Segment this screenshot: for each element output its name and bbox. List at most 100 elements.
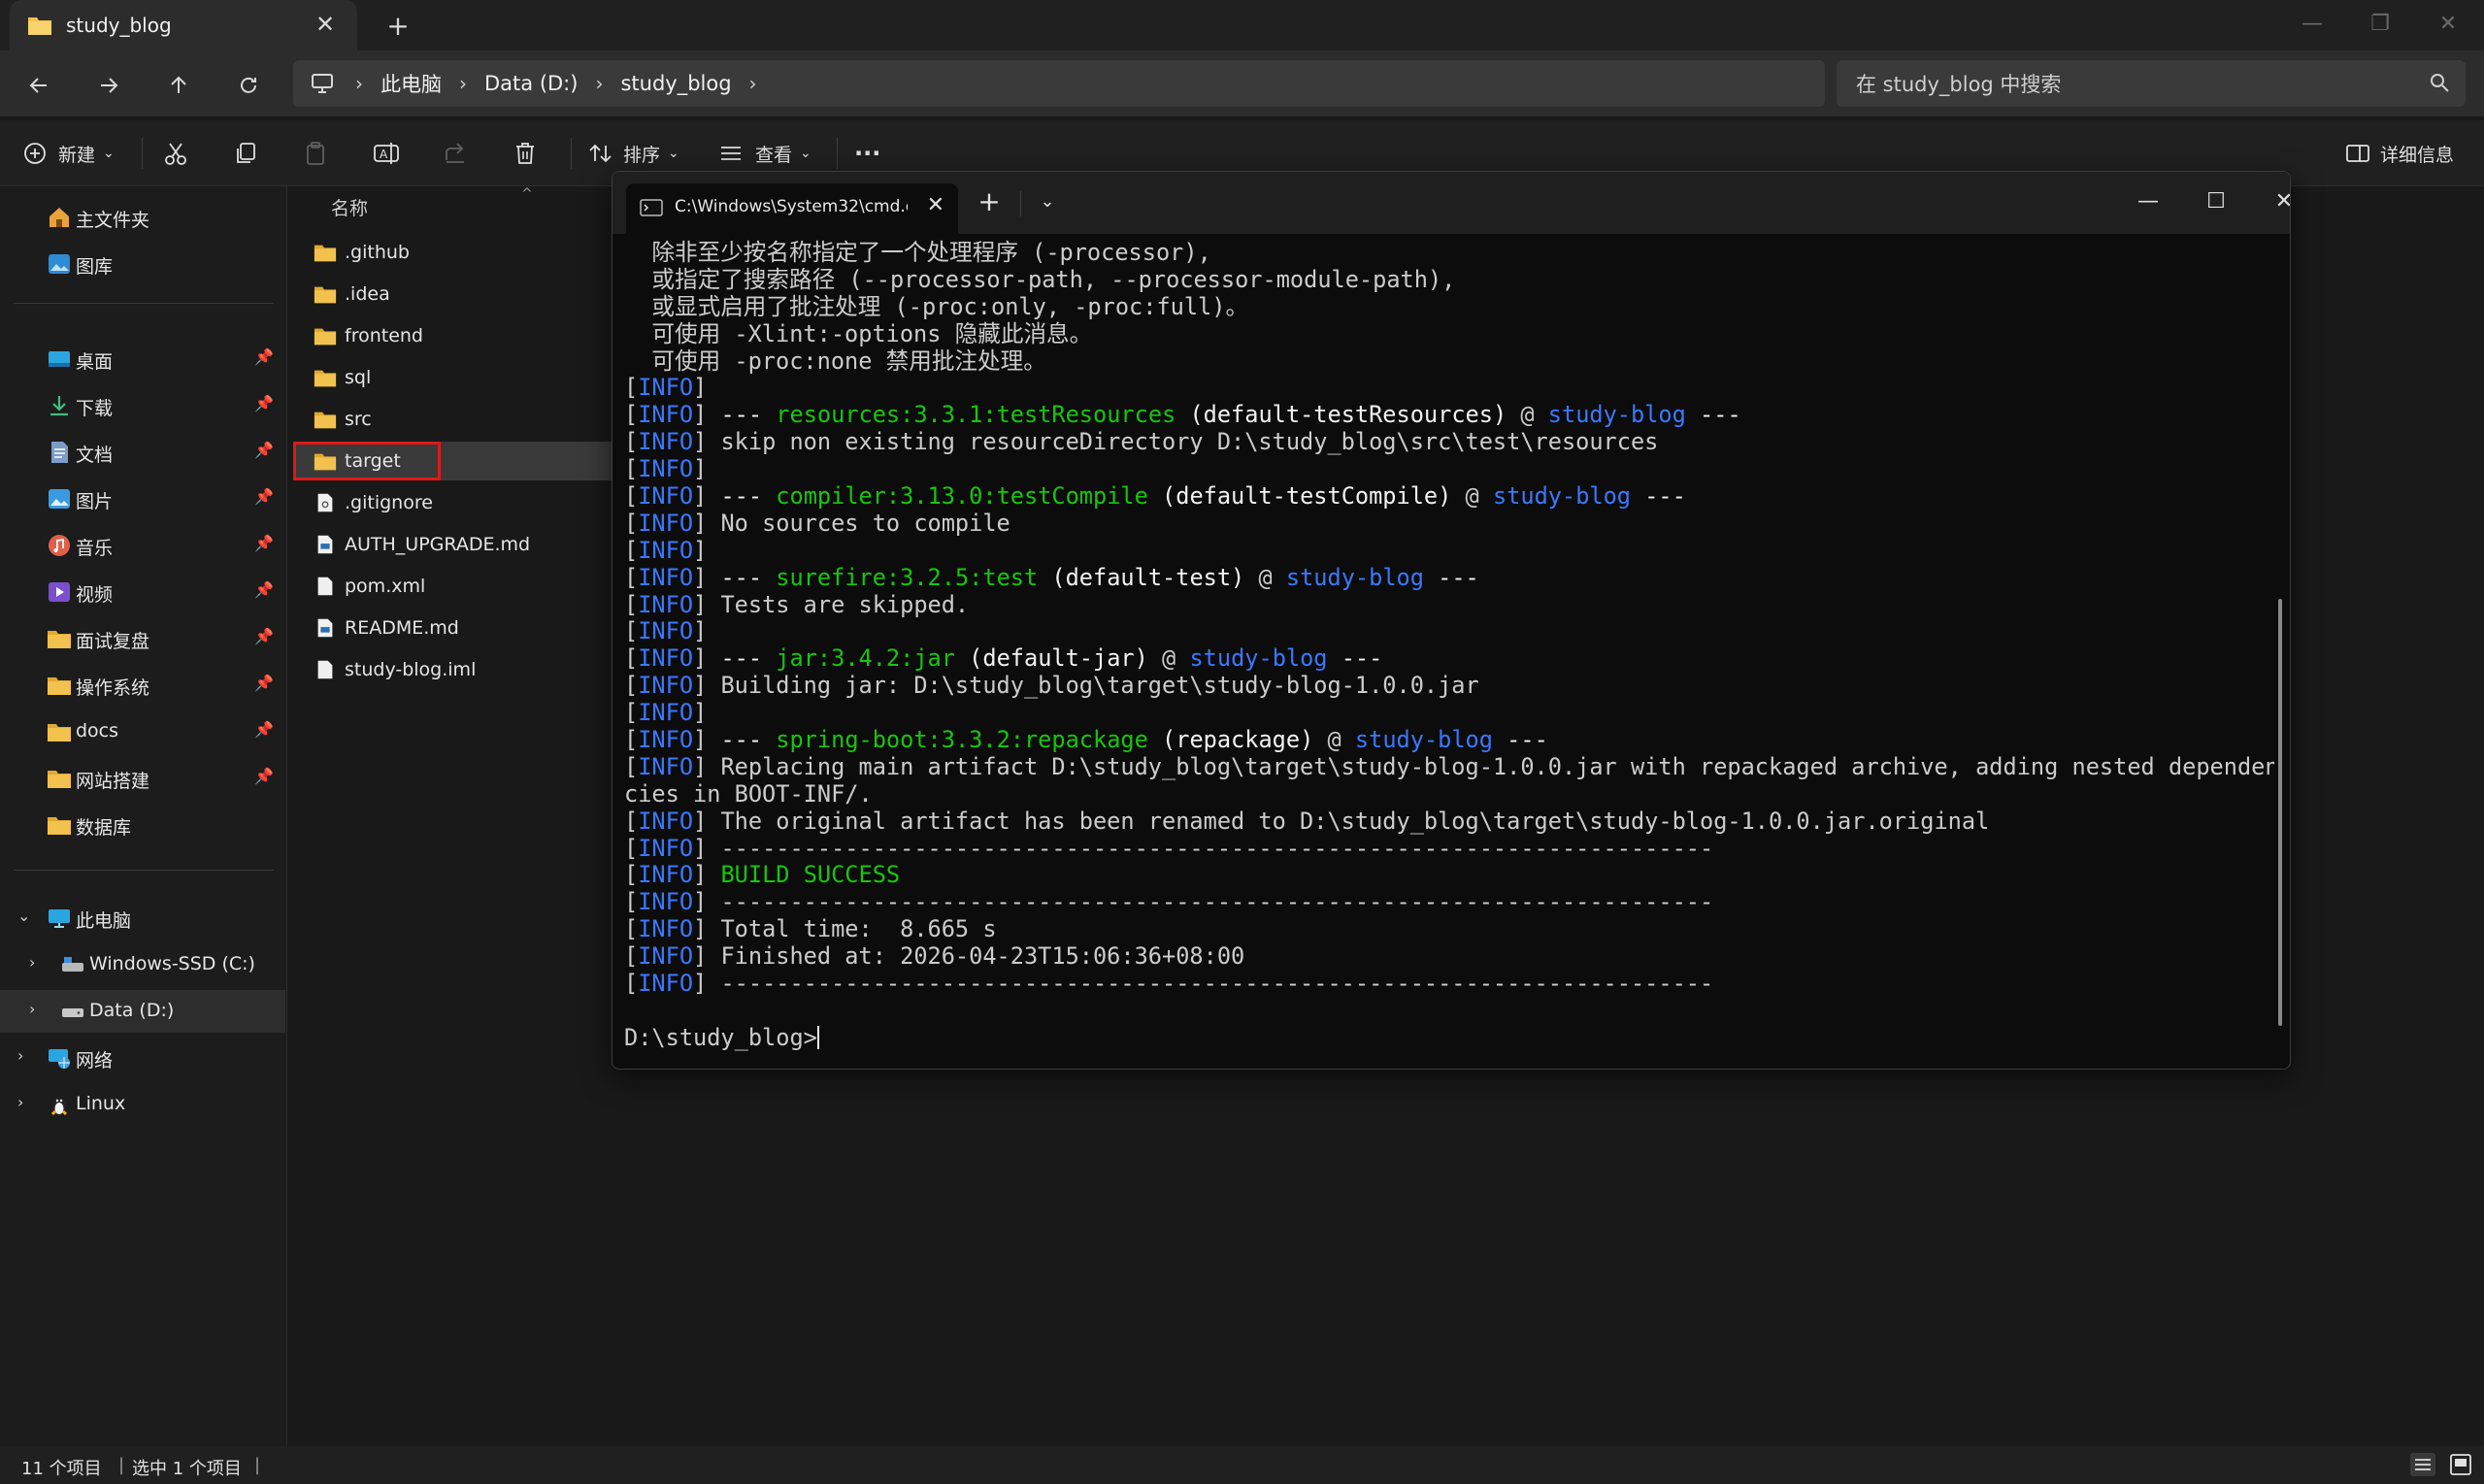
sidebar-item-music[interactable]: 音乐 📌 xyxy=(0,524,285,567)
restore-icon[interactable]: ❐ xyxy=(2361,6,2400,41)
chevron-right-icon[interactable]: › xyxy=(29,1000,35,1018)
sidebar-item-website-build[interactable]: 网站搭建 📌 xyxy=(0,757,285,800)
terminal-line: [INFO] --- surefire:3.2.5:test (default-… xyxy=(624,565,2274,592)
chevron-down-icon[interactable]: ⌄ xyxy=(17,907,30,925)
divider xyxy=(14,303,274,304)
new-terminal-tab-button[interactable]: + xyxy=(970,181,1009,220)
chevron-down-icon: ⌄ xyxy=(103,146,115,161)
sidebar-item-interview-review[interactable]: 面试复盘 📌 xyxy=(0,617,285,660)
sidebar-item-documents[interactable]: 文档 📌 xyxy=(0,431,285,474)
view-button[interactable]: 查看 ⌄ xyxy=(718,134,811,173)
chevron-right-icon[interactable]: › xyxy=(17,1093,23,1111)
item-count: 11 个项目 xyxy=(21,1459,102,1479)
back-button[interactable] xyxy=(17,64,60,107)
sidebar-item-c-drive[interactable]: › Windows-SSD (C:) xyxy=(0,943,285,986)
terminal-tab[interactable]: C:\Windows\System32\cmd.exe ✕ xyxy=(626,183,958,234)
details-pane-button[interactable]: 详细信息 xyxy=(2345,134,2454,173)
chevron-right-icon[interactable]: › xyxy=(29,953,35,972)
terminal-line: [INFO] xyxy=(624,538,2274,565)
sidebar-item-gallery[interactable]: 图库 xyxy=(0,243,285,285)
breadcrumb-data-drive[interactable]: Data (D:) xyxy=(484,72,578,95)
folder-icon xyxy=(314,370,337,387)
sidebar-item-database[interactable]: 数据库 xyxy=(0,804,285,846)
sidebar-item-desktop[interactable]: 桌面 📌 xyxy=(0,338,285,380)
terminal-text: 或显式启用了批注处理 (-proc:only, -proc:full)。 xyxy=(624,293,1249,320)
terminal-text: INFO xyxy=(638,916,694,943)
close-tab-icon[interactable]: ✕ xyxy=(927,193,944,217)
terminal-text: INFO xyxy=(638,483,694,511)
rename-button[interactable]: A xyxy=(373,134,400,173)
sidebar-item-label: Linux xyxy=(76,1093,126,1114)
delete-button[interactable] xyxy=(513,134,538,173)
share-button[interactable] xyxy=(443,134,468,173)
terminal-output[interactable]: 除非至少按名称指定了一个处理程序 (-processor), 或指定了搜索路径 … xyxy=(624,240,2274,1055)
sidebar-item-operating-systems[interactable]: 操作系统 📌 xyxy=(0,664,285,707)
terminal-text: INFO xyxy=(638,375,694,402)
clipboard-icon xyxy=(307,142,324,165)
close-tab-icon[interactable]: ✕ xyxy=(311,10,340,39)
chevron-right-icon[interactable]: › xyxy=(17,1046,23,1065)
sidebar-item-label: 视频 xyxy=(76,584,114,606)
chevron-down-icon[interactable]: ⌄ xyxy=(1028,181,1067,220)
markdown-file-icon xyxy=(317,535,333,554)
details-view-icon[interactable] xyxy=(2409,1452,2436,1482)
sidebar-item-this-pc[interactable]: ⌄ 此电脑 xyxy=(0,897,285,940)
search-input[interactable]: 在 study_blog 中搜索 xyxy=(1837,60,2466,107)
close-icon[interactable]: ✕ xyxy=(2265,181,2290,220)
sidebar-item-pictures[interactable]: 图片 📌 xyxy=(0,478,285,520)
desktop-icon xyxy=(49,351,70,367)
column-header-name[interactable]: 名称 xyxy=(331,194,368,220)
refresh-icon xyxy=(241,77,256,93)
minimize-icon[interactable]: — xyxy=(2129,181,2168,220)
terminal-text: ] xyxy=(693,645,721,673)
forward-button[interactable] xyxy=(87,64,130,107)
sidebar-item-d-drive[interactable]: › Data (D:) xyxy=(0,990,285,1033)
sidebar-item-downloads[interactable]: 下载 📌 xyxy=(0,384,285,427)
search-placeholder: 在 study_blog 中搜索 xyxy=(1856,73,2062,96)
terminal-line: D:\study_blog> xyxy=(624,1025,2274,1052)
address-bar[interactable]: › 此电脑 › Data (D:) › study_blog › xyxy=(293,60,1825,107)
refresh-button[interactable] xyxy=(227,64,270,107)
chevron-right-icon[interactable]: › xyxy=(749,72,757,95)
close-icon[interactable]: ✕ xyxy=(2429,6,2467,41)
breadcrumb-study-blog[interactable]: study_blog xyxy=(620,72,731,95)
sidebar-item-network[interactable]: › 网络 xyxy=(0,1037,285,1079)
terminal-text: jar:3.4.2:jar xyxy=(776,645,955,673)
breadcrumb-this-pc[interactable]: 此电脑 xyxy=(381,69,442,98)
sort-label: 排序 xyxy=(623,144,661,166)
sort-button[interactable]: 排序 ⌄ xyxy=(588,134,679,173)
terminal-text: INFO xyxy=(638,402,694,429)
copy-button[interactable] xyxy=(233,134,258,173)
search-icon[interactable] xyxy=(2429,72,2450,98)
terminal-text: ] Building jar: D:\study_blog\target\stu… xyxy=(693,673,1479,700)
sidebar-item-label: 下载 xyxy=(76,398,114,419)
pin-icon: 📌 xyxy=(254,441,274,459)
terminal-title-bar: C:\Windows\System32\cmd.exe ✕ + ⌄ — ☐ ✕ xyxy=(613,172,2290,234)
terminal-text: @ xyxy=(1147,645,1190,673)
sidebar-item-linux[interactable]: › Linux xyxy=(0,1083,285,1126)
view-icon xyxy=(721,147,741,160)
more-options-button[interactable]: ··· xyxy=(854,134,880,173)
up-button[interactable] xyxy=(157,64,200,107)
maximize-icon[interactable]: ☐ xyxy=(2197,181,2236,220)
terminal-text: @ xyxy=(1244,564,1286,591)
explorer-tab[interactable]: study_blog ✕ xyxy=(10,0,357,50)
new-tab-button[interactable]: + xyxy=(381,8,415,43)
new-button[interactable]: 新建 ⌄ xyxy=(23,134,115,173)
terminal-scrollbar[interactable] xyxy=(2278,599,2282,1026)
sidebar-item-home[interactable]: 主文件夹 xyxy=(0,196,285,239)
paste-button[interactable] xyxy=(303,134,328,173)
gallery-icon xyxy=(49,254,70,274)
terminal-text: ] Tests are skipped. xyxy=(693,591,970,618)
pin-icon: 📌 xyxy=(254,627,274,645)
terminal-line: [INFO] --- compiler:3.13.0:testCompile (… xyxy=(624,483,2274,511)
terminal-text: 或指定了搜索路径 (--processor-path, --processor-… xyxy=(624,266,1456,293)
terminal-text: ] --------------------------------------… xyxy=(693,835,1714,862)
tiles-view-icon[interactable] xyxy=(2448,1452,2473,1482)
cut-button[interactable] xyxy=(163,134,188,173)
minimize-icon[interactable]: — xyxy=(2293,6,2332,41)
sidebar-item-videos[interactable]: 视频 📌 xyxy=(0,571,285,613)
sidebar-item-docs[interactable]: docs 📌 xyxy=(0,710,285,753)
terminal-text: [ xyxy=(624,835,639,862)
file-name: src xyxy=(345,409,372,430)
